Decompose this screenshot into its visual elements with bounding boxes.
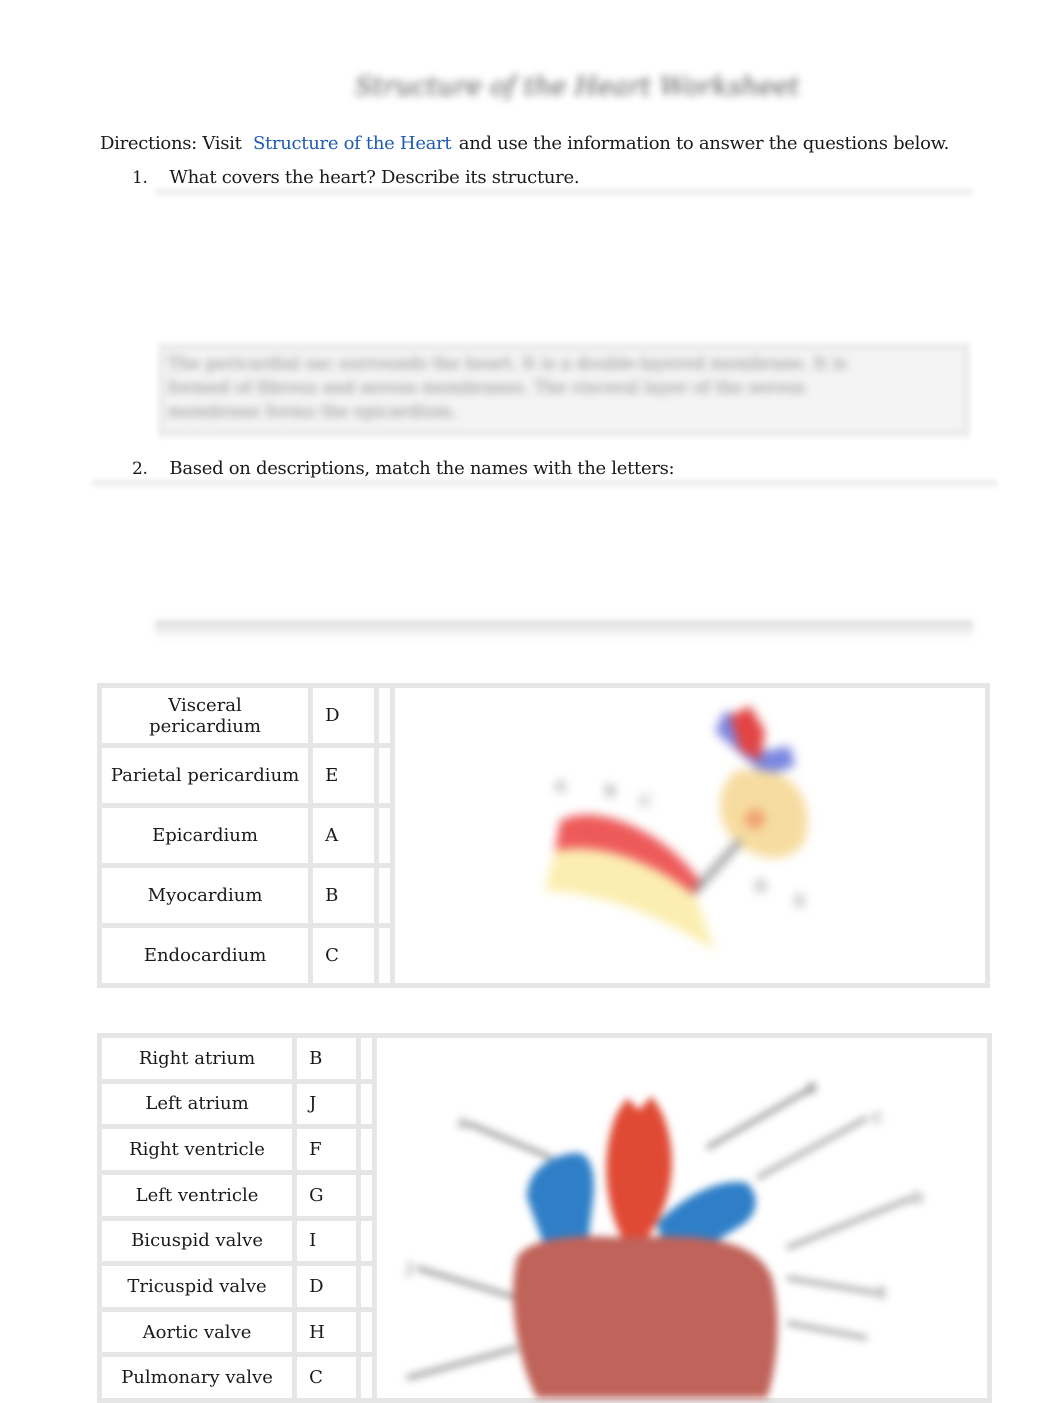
spacer-cell	[373, 803, 396, 868]
structure-of-heart-link[interactable]: Structure of the Heart	[253, 133, 452, 154]
blurred-region	[155, 620, 973, 640]
heart-icon	[513, 1096, 778, 1398]
divider	[92, 480, 997, 490]
page-title: Structure of the Heart Worksheet	[355, 72, 800, 102]
svg-text:E: E	[877, 1286, 887, 1302]
term-cell: Parietal pericardium	[96, 743, 314, 808]
directions-suffix: and use the information to answer the qu…	[458, 133, 950, 154]
spacer-cell	[373, 863, 396, 928]
term-cell: Pulmonary valve	[96, 1352, 298, 1403]
term-cell: Right atrium	[96, 1033, 298, 1084]
question-text: Based on descriptions, match the names w…	[169, 458, 675, 479]
term-cell: Endocardium	[96, 923, 314, 988]
letter-cell[interactable]: C	[292, 1352, 361, 1403]
spacer-cell	[355, 1306, 378, 1358]
letter-cell[interactable]: D	[308, 683, 379, 748]
question-text: What covers the heart? Describe its stru…	[169, 167, 580, 188]
spacer-cell	[355, 1261, 378, 1312]
figure-cell: A B C D J E	[372, 1033, 992, 1403]
answer-text-blurred: The pericardial sac surrounds the heart.…	[168, 354, 847, 422]
heart-wall-layers-diagram: A B C D E	[545, 705, 808, 951]
spacer-cell	[355, 1124, 378, 1175]
spacer-cell	[373, 923, 396, 988]
term-cell: Myocardium	[96, 863, 314, 928]
question-2: 2. Based on descriptions, match the name…	[132, 458, 675, 479]
question-number: 2.	[132, 459, 148, 479]
svg-text:J: J	[405, 1261, 413, 1277]
svg-text:A: A	[554, 779, 566, 795]
table-row: Right atrium B A B C D J E	[96, 1033, 992, 1403]
term-cell: Left atrium	[96, 1078, 298, 1130]
letter-cell[interactable]: H	[292, 1306, 361, 1358]
spacer-cell	[355, 1169, 378, 1221]
term-cell: Tricuspid valve	[96, 1261, 298, 1312]
term-cell: Left ventricle	[96, 1169, 298, 1221]
letter-cell[interactable]: B	[308, 863, 379, 928]
directions: Directions: Visit Structure of the Heart…	[100, 133, 949, 154]
matching-table-heart-chambers: Right atrium B A B C D J E Left atrium J…	[96, 1033, 992, 1403]
spacer-cell	[373, 683, 396, 748]
wall-section-icon	[545, 814, 743, 951]
letter-cell[interactable]: C	[308, 923, 379, 988]
letter-cell[interactable]: E	[308, 743, 379, 808]
svg-text:C: C	[640, 794, 651, 810]
svg-text:B: B	[605, 784, 615, 800]
term-cell: Right ventricle	[96, 1124, 298, 1175]
spacer-cell	[355, 1215, 378, 1267]
term-cell: Epicardium	[96, 803, 314, 868]
letter-cell[interactable]: F	[292, 1124, 361, 1175]
question-1: 1. What covers the heart? Describe its s…	[132, 167, 580, 188]
term-cell: Visceral pericardium	[96, 683, 314, 748]
heart-outline-icon	[715, 705, 808, 858]
svg-text:D: D	[755, 879, 766, 895]
heart-anatomy-diagram: A B C D J E	[405, 1081, 923, 1398]
spacer-cell	[355, 1352, 378, 1403]
letter-cell[interactable]: A	[308, 803, 379, 868]
term-cell: Aortic valve	[96, 1306, 298, 1358]
svg-text:B: B	[807, 1081, 817, 1097]
letter-cell[interactable]: J	[292, 1078, 361, 1130]
svg-text:A: A	[456, 1116, 468, 1132]
question-number: 1.	[132, 168, 148, 188]
svg-text:D: D	[912, 1191, 923, 1207]
directions-prefix: Directions: Visit	[100, 133, 242, 154]
spacer-cell	[355, 1078, 378, 1130]
table-row: Visceral pericardium D A B C D E	[96, 683, 990, 988]
spacer-cell	[373, 743, 396, 808]
term-cell: Bicuspid valve	[96, 1215, 298, 1267]
letter-cell[interactable]: G	[292, 1169, 361, 1221]
letter-cell[interactable]: B	[292, 1033, 361, 1084]
letter-cell[interactable]: I	[292, 1215, 361, 1267]
svg-text:C: C	[872, 1111, 883, 1127]
spacer-cell	[355, 1033, 378, 1084]
divider	[155, 189, 973, 199]
figure-cell: A B C D E	[390, 683, 990, 988]
letter-cell[interactable]: D	[292, 1261, 361, 1312]
matching-table-heart-wall: Visceral pericardium D A B C D E Parieta…	[96, 683, 990, 988]
svg-text:E: E	[795, 894, 805, 910]
